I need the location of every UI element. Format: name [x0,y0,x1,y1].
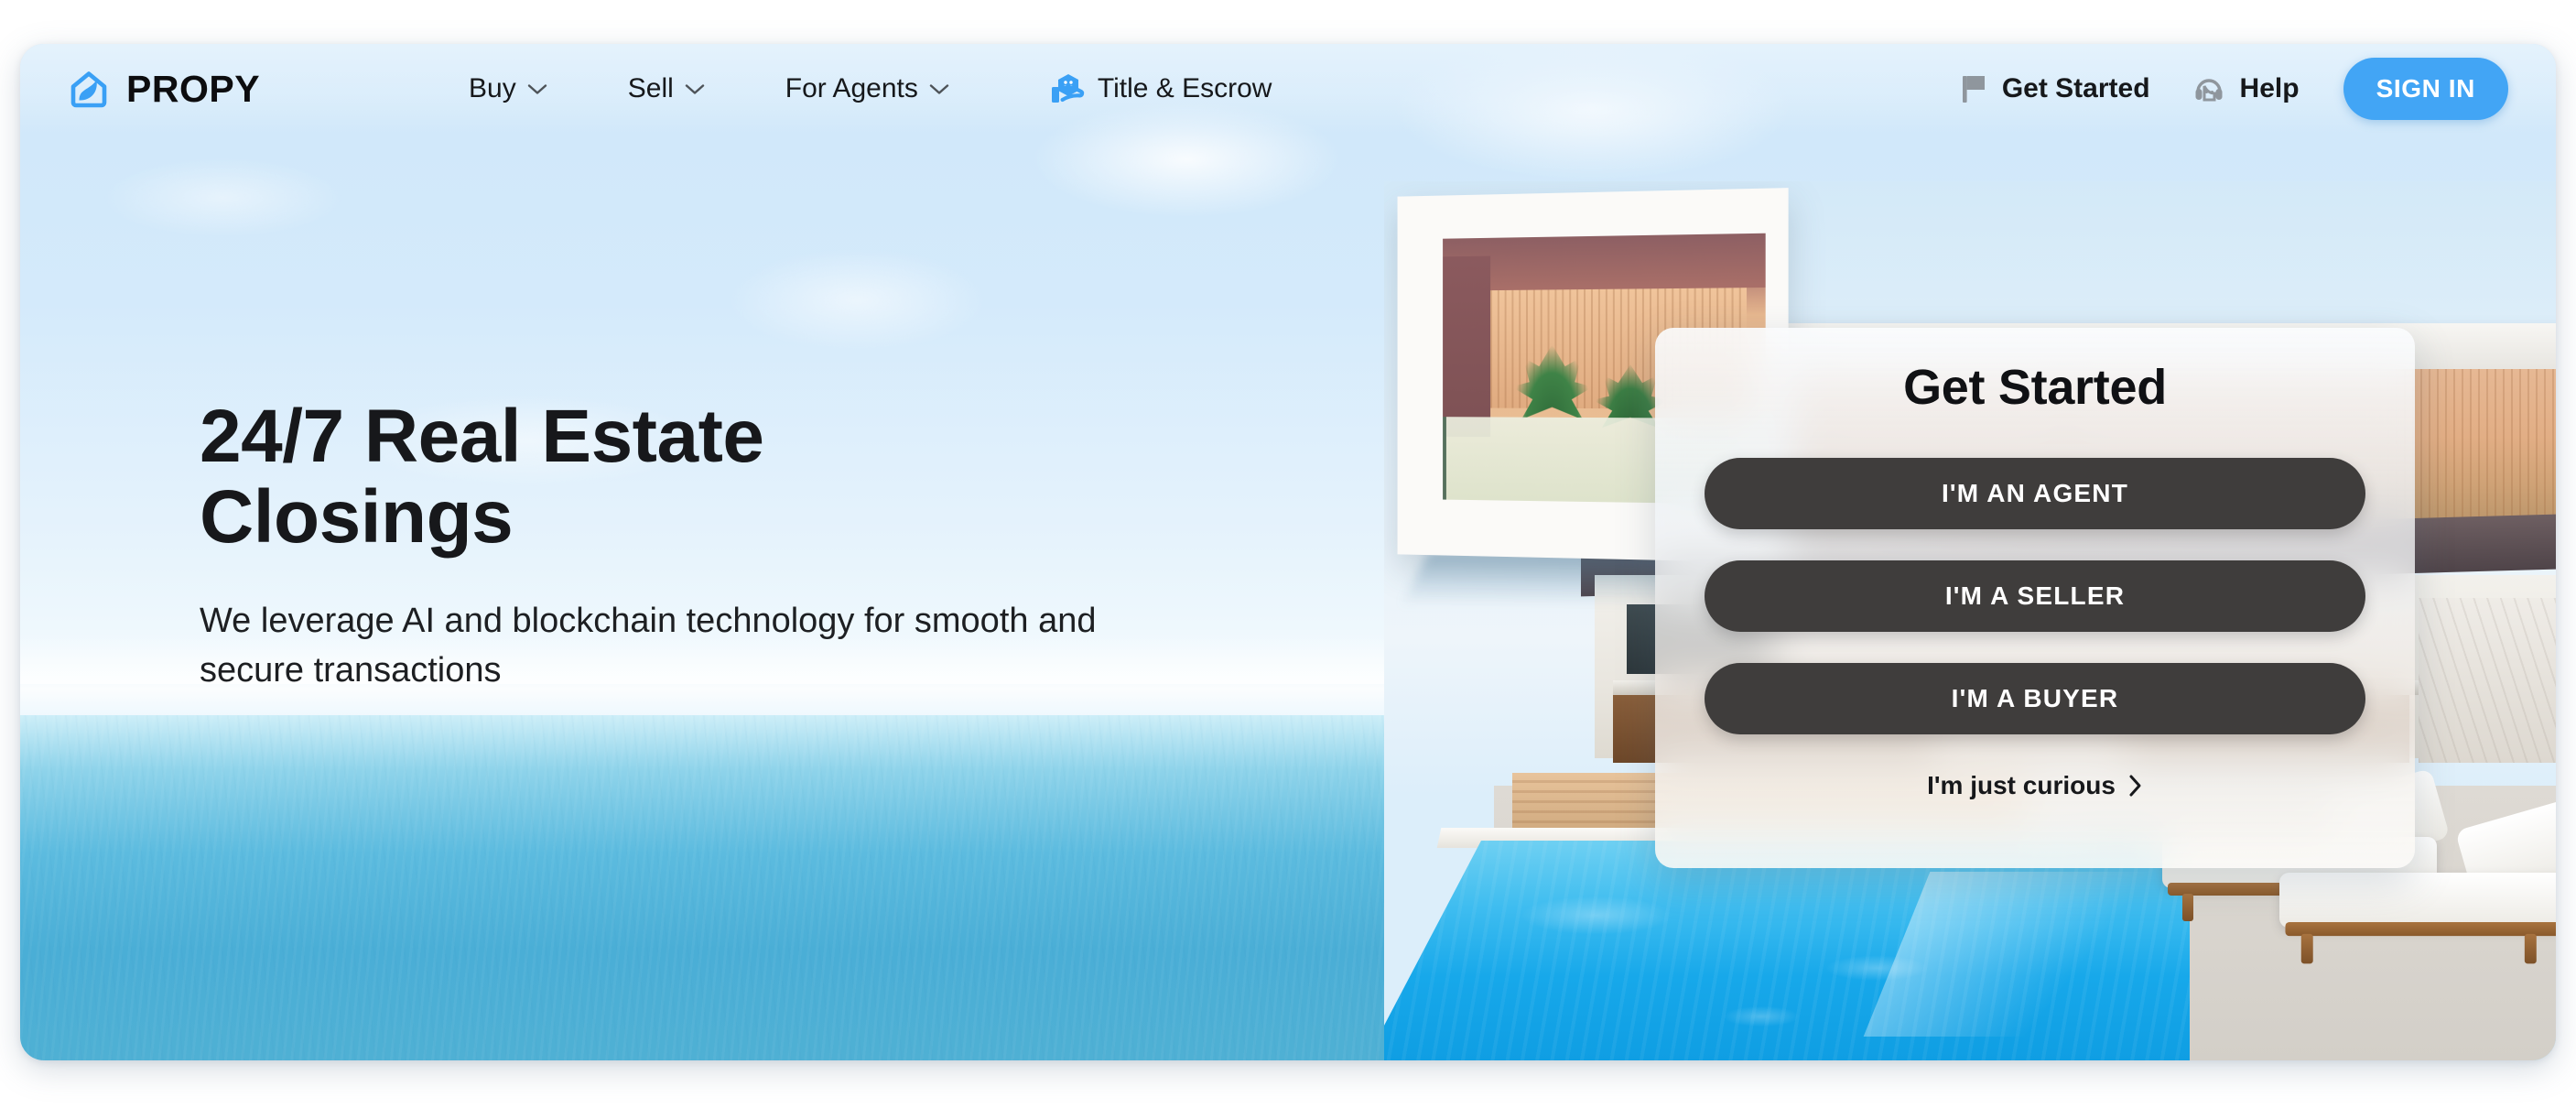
nav-item-buy[interactable]: Buy [469,66,547,112]
im-a-buyer-button[interactable]: I'M A BUYER [1705,663,2365,734]
get-started-modal: Get Started I'M AN AGENT I'M A SELLER I'… [1655,328,2415,868]
nav-item-sell[interactable]: Sell [628,66,705,112]
hero-copy: 24/7 Real Estate Closings We leverage AI… [200,396,1207,696]
brand-logo[interactable]: PROPY [68,67,260,111]
get-started-title: Get Started [1903,359,2167,416]
sign-in-button[interactable]: SIGN IN [2343,58,2508,120]
nav-action-help[interactable]: Help [2192,73,2300,104]
im-a-seller-button[interactable]: I'M A SELLER [1705,560,2365,632]
page-frame: PROPY Buy Sell For Agents Title & Escrow… [20,44,2556,1060]
pool-lounger [2279,855,2556,966]
hero-subtitle: We leverage AI and blockchain technology… [200,597,1124,696]
im-just-curious-label: I'm just curious [1927,771,2116,800]
chevron-down-icon [929,83,949,95]
nav-item-title-escrow[interactable]: Title & Escrow [1050,65,1272,113]
brand-name: PROPY [126,68,260,111]
chevron-down-icon [685,83,705,95]
nav-action-label: Get Started [2002,73,2150,104]
nav-item-label: For Agents [785,73,918,104]
top-navigation-bar: PROPY Buy Sell For Agents Title & Escrow… [20,44,2556,134]
hero-title-line-2: Closings [200,475,513,559]
house-leaf-logo-icon [68,67,112,111]
chevron-down-icon [527,83,547,95]
hero-title-line-1: 24/7 Real Estate [200,395,764,478]
nav-item-label: Sell [628,73,674,104]
page-title: 24/7 Real Estate Closings [200,396,1207,557]
nav-actions: Get Started Help SIGN IN [1960,58,2508,120]
villa-marble-wall [2419,598,2556,763]
im-an-agent-button[interactable]: I'M AN AGENT [1705,458,2365,529]
nav-item-label: Title & Escrow [1098,73,1272,104]
nav-item-for-agents[interactable]: For Agents [785,66,949,112]
flag-icon [1960,73,1987,104]
primary-nav: Buy Sell For Agents Title & Escrow [469,65,1272,113]
nav-action-label: Help [2240,73,2300,104]
house-in-hand-icon [1050,72,1087,105]
im-just-curious-link[interactable]: I'm just curious [1927,771,2143,800]
nav-action-get-started[interactable]: Get Started [1960,73,2150,104]
nav-item-label: Buy [469,73,516,104]
chevron-right-icon [2128,774,2143,798]
headset-support-icon [2192,73,2225,104]
